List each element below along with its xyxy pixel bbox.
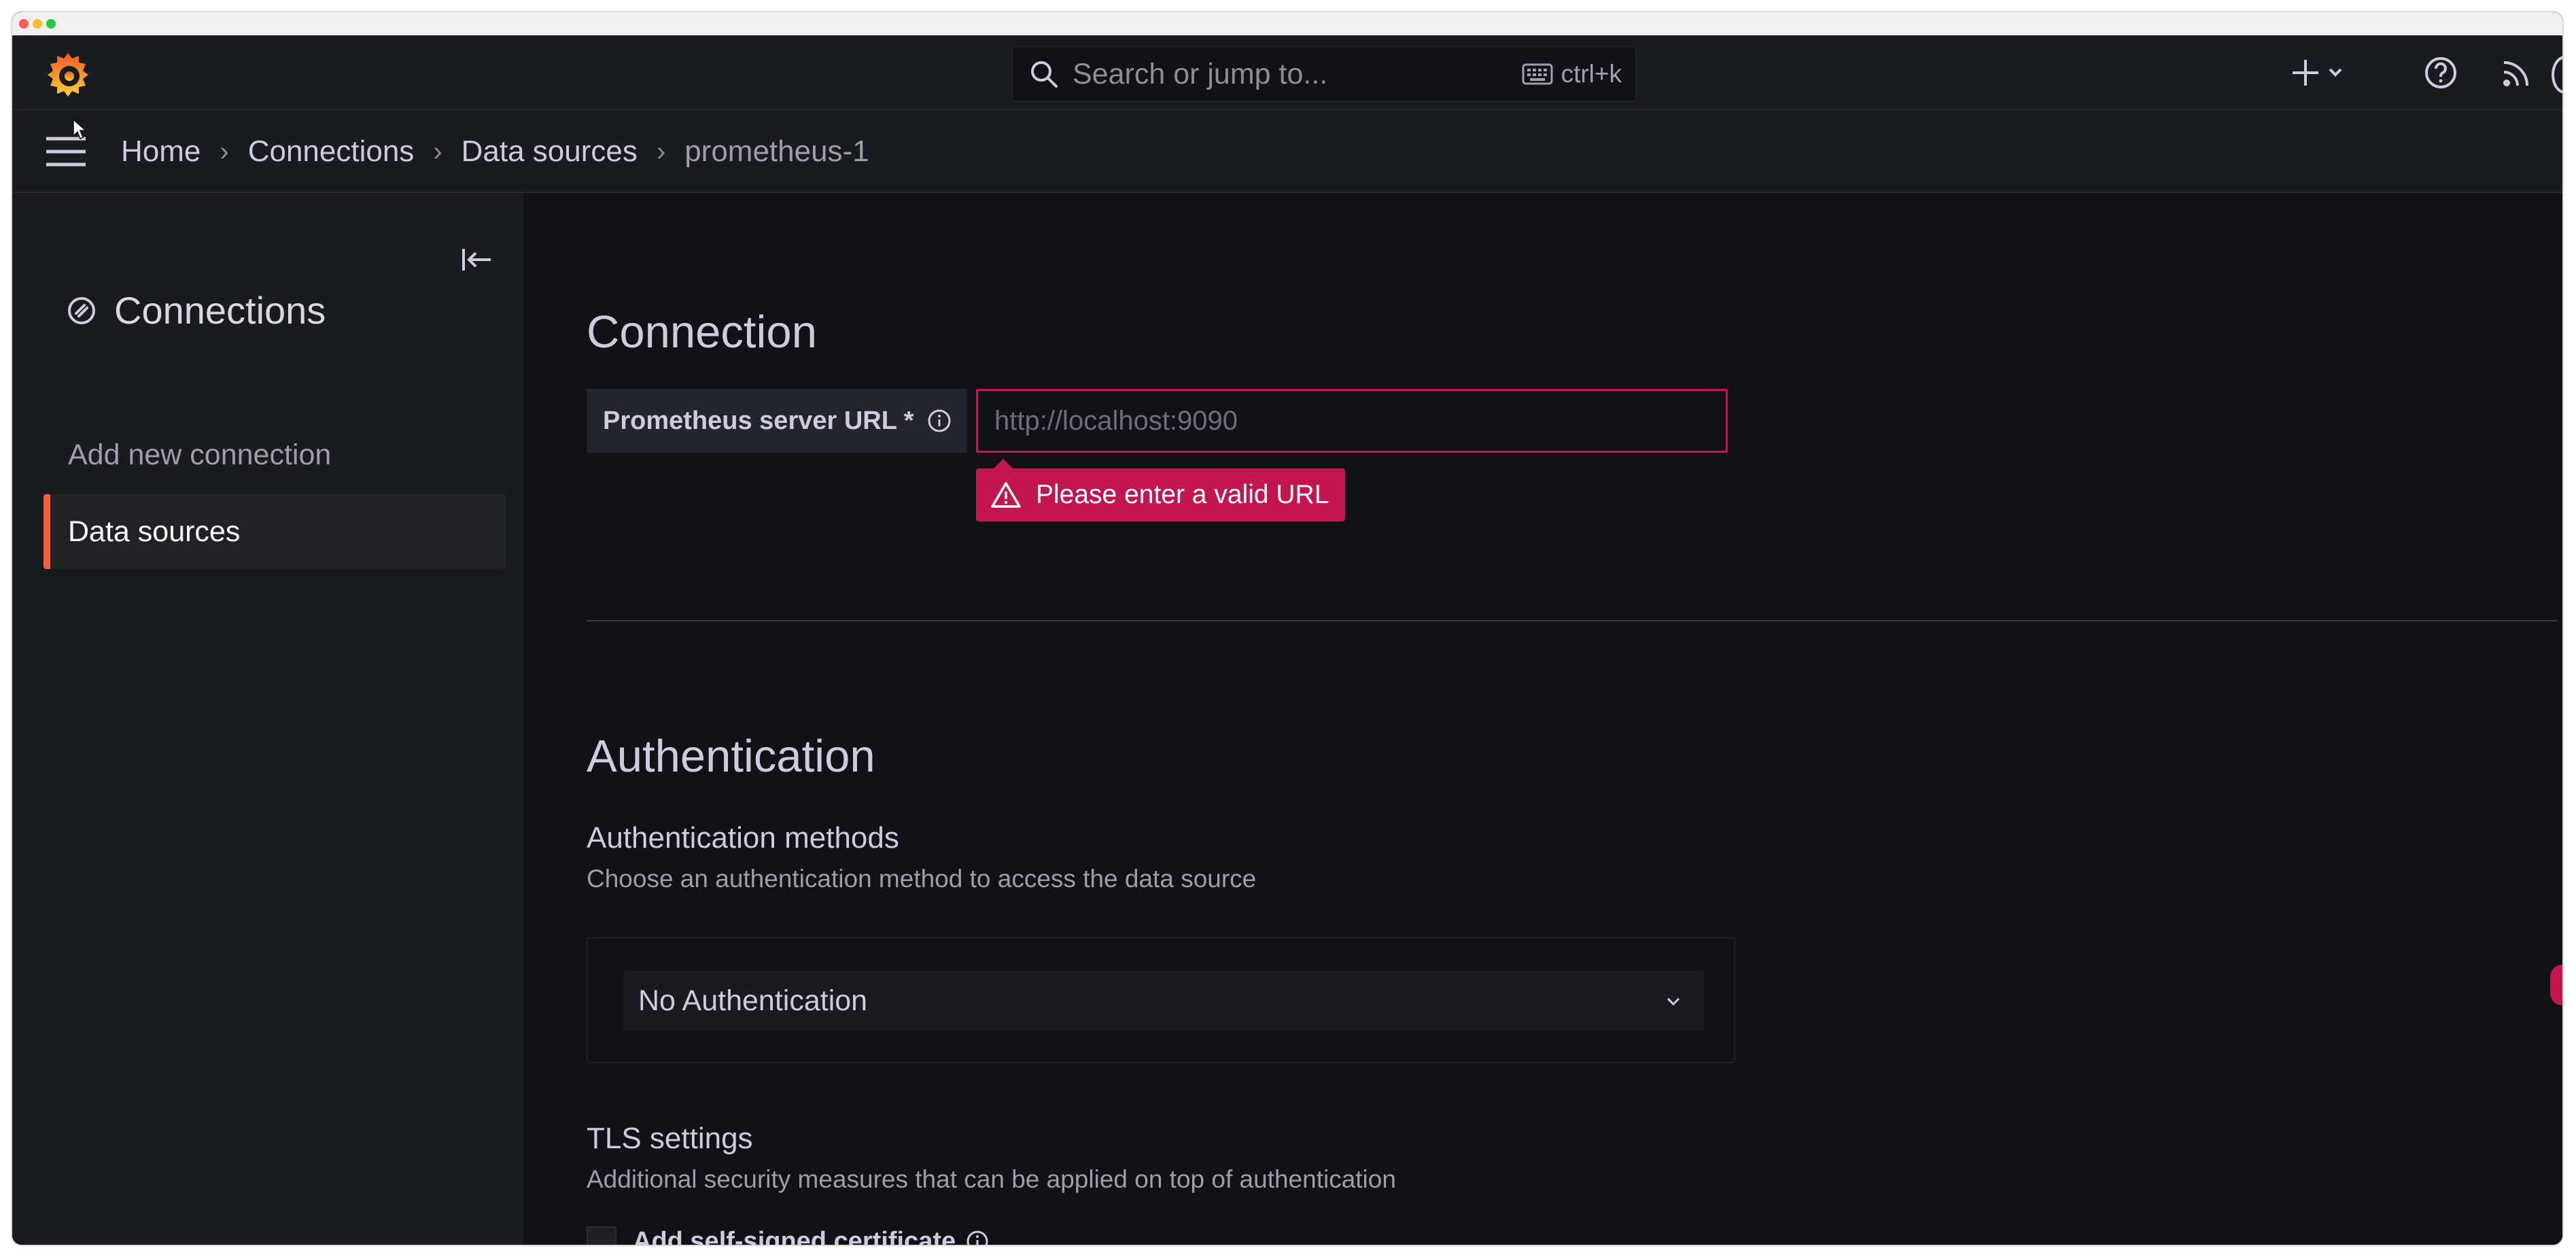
sidebar: Connections Add new connection Data sour… xyxy=(12,193,523,1245)
section-divider xyxy=(587,620,2558,621)
maximize-window-button[interactable] xyxy=(46,19,56,29)
chevron-right-icon: › xyxy=(656,136,666,167)
search-icon xyxy=(1031,61,1058,88)
collapse-sidebar-icon[interactable] xyxy=(461,245,493,275)
sidebar-item-label: Data sources xyxy=(68,515,241,548)
self-signed-certificate-label: Add self-signed certificate xyxy=(633,1226,956,1245)
sidebar-title-label: Connections xyxy=(114,289,326,332)
news-feed-button[interactable] xyxy=(2499,54,2535,94)
tls-settings-description: Additional security measures that can be… xyxy=(587,1165,1396,1193)
breadcrumb-current: prometheus-1 xyxy=(684,135,869,168)
prometheus-url-label: Prometheus server URL * xyxy=(587,389,967,453)
info-icon[interactable] xyxy=(965,1229,990,1245)
keyboard-icon xyxy=(1522,63,1553,85)
authentication-methods-title: Authentication methods xyxy=(587,821,899,855)
chevron-down-icon xyxy=(1667,997,1680,1006)
self-signed-certificate-checkbox[interactable] xyxy=(587,1226,616,1245)
plus-icon xyxy=(2293,60,2342,86)
new-menu-button[interactable] xyxy=(2291,54,2352,94)
chevron-right-icon: › xyxy=(220,136,229,167)
authentication-methods-description: Choose an authentication method to acces… xyxy=(587,865,1257,893)
browser-window: Search or jump to... ctrl+k Home › Conne… xyxy=(12,12,2562,1245)
sidebar-item-add-new-connection[interactable]: Add new connection xyxy=(43,417,506,492)
main-content: Connection Prometheus server URL * Pleas… xyxy=(523,193,2562,1245)
avatar[interactable] xyxy=(2552,56,2562,94)
prometheus-url-input[interactable] xyxy=(976,389,1728,453)
breadcrumb-connections[interactable]: Connections xyxy=(248,135,415,169)
search-bar[interactable]: Search or jump to... ctrl+k xyxy=(1011,46,1637,102)
search-placeholder: Search or jump to... xyxy=(1073,57,1328,90)
close-window-button[interactable] xyxy=(19,19,29,29)
tls-settings-title: TLS settings xyxy=(587,1122,753,1155)
info-icon[interactable] xyxy=(926,408,952,434)
authentication-method-select[interactable]: No Authentication xyxy=(623,971,1704,1031)
scroll-indicator xyxy=(2550,965,2562,1005)
warning-icon xyxy=(991,482,1021,508)
connections-icon xyxy=(68,296,95,324)
connection-heading: Connection xyxy=(587,307,817,358)
chevron-right-icon: › xyxy=(433,136,442,167)
authentication-heading: Authentication xyxy=(587,731,875,782)
authentication-method-box: No Authentication xyxy=(587,937,1735,1063)
authentication-method-value: No Authentication xyxy=(638,984,868,1017)
rss-icon xyxy=(2503,61,2528,86)
breadcrumb-home[interactable]: Home xyxy=(121,135,201,169)
help-button[interactable] xyxy=(2422,54,2459,94)
help-icon xyxy=(2425,57,2456,88)
window-titlebar xyxy=(12,12,2562,35)
shortcut-label: ctrl+k xyxy=(1561,60,1622,88)
self-signed-certificate-row: Add self-signed certificate xyxy=(587,1226,990,1245)
minimize-window-button[interactable] xyxy=(33,19,42,29)
sidebar-item-data-sources[interactable]: Data sources xyxy=(43,494,506,569)
search-shortcut: ctrl+k xyxy=(1522,60,1622,88)
url-error-message: Please enter a valid URL xyxy=(976,459,1346,521)
sidebar-title: Connections xyxy=(65,288,326,332)
breadcrumb-data-sources[interactable]: Data sources xyxy=(462,135,638,169)
top-navbar: Search or jump to... ctrl+k xyxy=(12,35,2562,110)
url-error-text: Please enter a valid URL xyxy=(1036,480,1329,509)
breadcrumb-bar: Home › Connections › Data sources › prom… xyxy=(12,110,2562,193)
mouse-cursor-icon xyxy=(73,118,87,140)
grafana-logo-icon[interactable] xyxy=(43,50,92,99)
breadcrumb: Home › Connections › Data sources › prom… xyxy=(121,110,869,193)
prometheus-url-label-text: Prometheus server URL * xyxy=(603,406,914,435)
sidebar-item-label: Add new connection xyxy=(68,438,332,471)
